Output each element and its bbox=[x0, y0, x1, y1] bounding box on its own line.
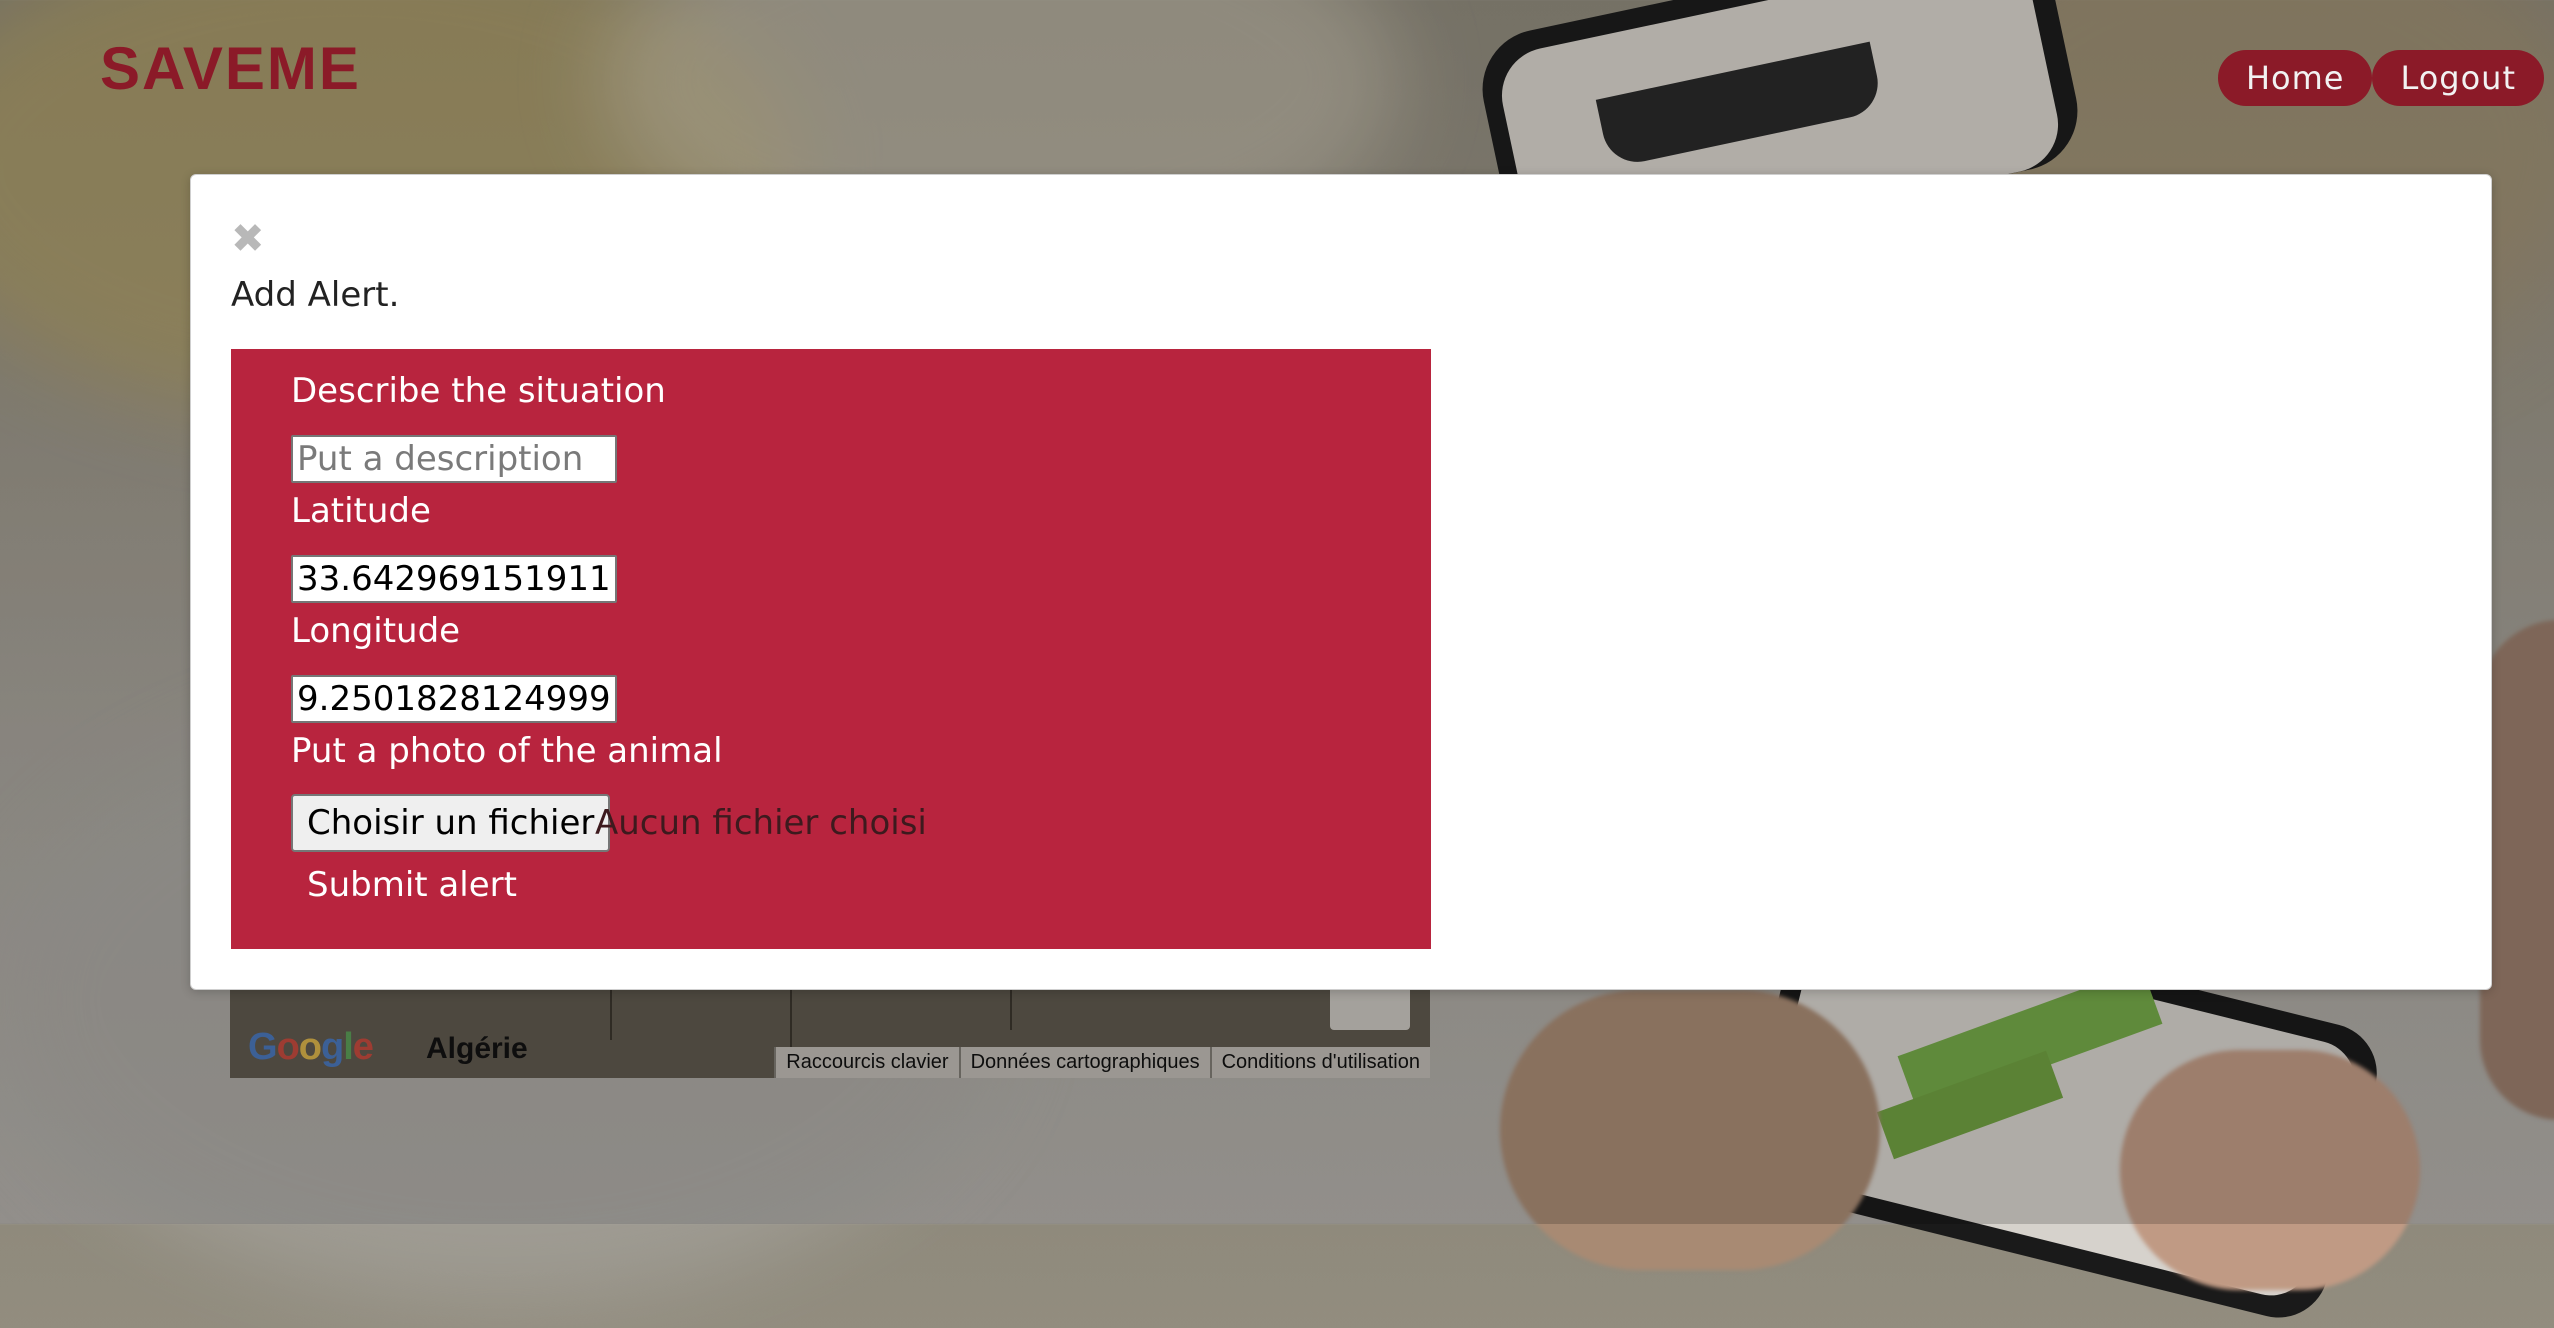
longitude-label: Longitude bbox=[291, 611, 461, 651]
logout-button[interactable]: Logout bbox=[2372, 50, 2544, 106]
site-logo[interactable]: SAVEME bbox=[100, 34, 361, 103]
longitude-input[interactable] bbox=[291, 675, 617, 723]
latitude-label: Latitude bbox=[291, 491, 431, 531]
top-nav: Home Logout bbox=[2217, 50, 2544, 106]
description-input[interactable] bbox=[291, 435, 617, 483]
home-button[interactable]: Home bbox=[2217, 50, 2373, 106]
submit-alert-button[interactable]: Submit alert bbox=[307, 865, 517, 905]
add-alert-modal: ✖ Add Alert. Describe the situation Lati… bbox=[190, 174, 2492, 990]
modal-title: Add Alert. bbox=[231, 275, 400, 315]
file-status-text: Aucun fichier choisi bbox=[595, 803, 927, 843]
latitude-input[interactable] bbox=[291, 555, 617, 603]
close-icon[interactable]: ✖ bbox=[231, 219, 265, 259]
photo-label: Put a photo of the animal bbox=[291, 731, 723, 771]
alert-form: Describe the situation Latitude Longitud… bbox=[231, 349, 1431, 949]
description-label: Describe the situation bbox=[291, 371, 666, 411]
choose-file-button[interactable]: Choisir un fichier bbox=[291, 794, 611, 852]
